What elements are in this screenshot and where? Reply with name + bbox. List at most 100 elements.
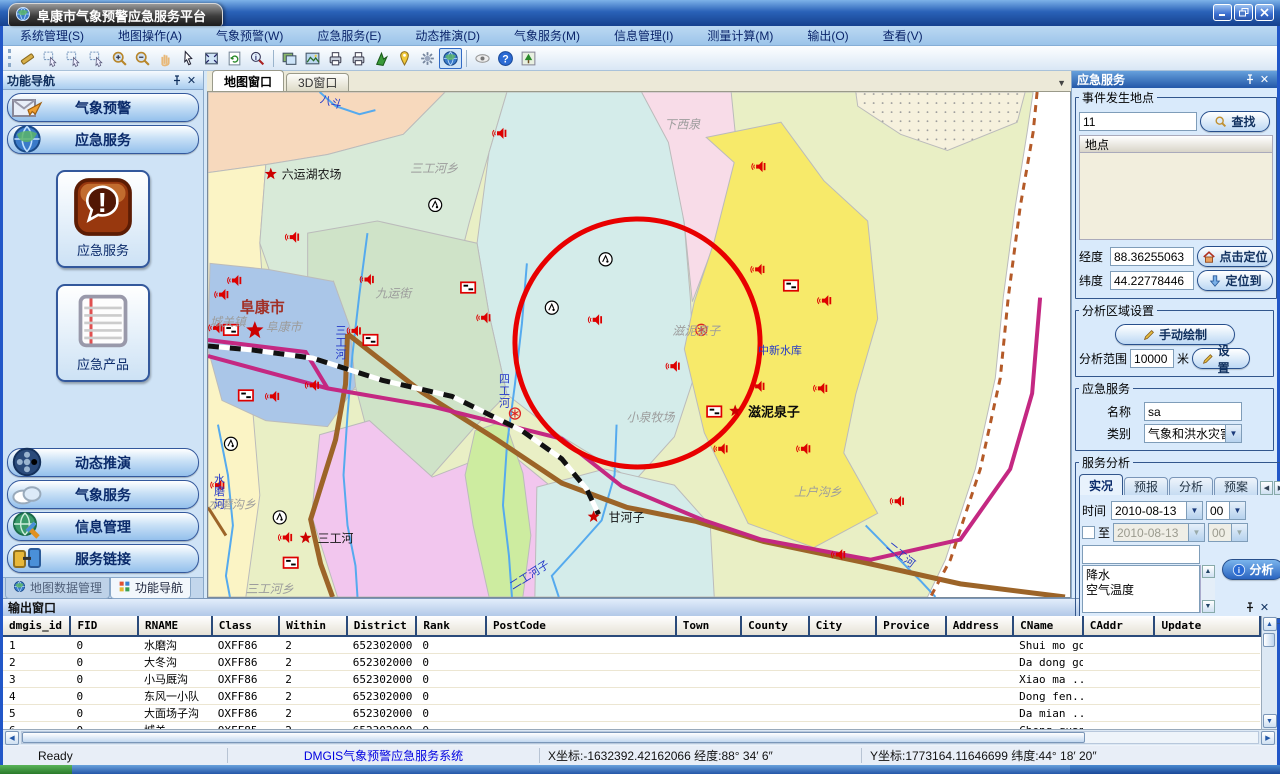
window-list-dropdown-icon[interactable]: ▼ [1057, 78, 1066, 88]
hour-select[interactable]: 00▼ [1206, 501, 1246, 520]
map-tab-地图窗口[interactable]: 地图窗口 [212, 70, 284, 91]
scroll-up-icon[interactable]: ▲ [1202, 565, 1215, 578]
close-panel-icon[interactable]: ✕ [1257, 73, 1272, 87]
service-type-select[interactable]: 气象和洪水灾害▼ [1144, 424, 1242, 443]
nav-group-气象预警[interactable]: 气象预警 [7, 93, 199, 122]
column-header[interactable]: Within [279, 616, 346, 636]
panel-tab-地图数据管理[interactable]: 地图数据管理 [5, 578, 110, 599]
latitude-input[interactable] [1110, 271, 1194, 290]
element-list[interactable]: 降水空气温度 [1082, 565, 1200, 613]
toolbar-grip[interactable] [8, 49, 13, 67]
column-header[interactable]: Address [946, 616, 1013, 636]
element-combo[interactable] [1082, 545, 1200, 564]
column-header[interactable]: Rank [416, 616, 486, 636]
place-marker-icon[interactable] [393, 48, 416, 69]
start-button-edge[interactable] [0, 765, 72, 774]
map-tab-3D窗口[interactable]: 3D窗口 [286, 73, 349, 91]
longitude-input[interactable] [1110, 247, 1194, 266]
menu-item[interactable]: 动态推演(D) [398, 27, 497, 44]
column-header[interactable]: dmgis_id [3, 616, 70, 636]
monitor-station-icon[interactable] [273, 511, 286, 524]
table-row[interactable]: 20大冬沟OXFF8626523020000Da dong gou [3, 654, 1260, 671]
zoom-out-icon[interactable] [131, 48, 154, 69]
column-header[interactable]: RNAME [138, 616, 212, 636]
location-list-header[interactable]: 地点 [1079, 135, 1273, 152]
menu-item[interactable]: 输出(O) [790, 27, 865, 44]
to-date-select[interactable]: 2010-08-13▼ [1113, 523, 1205, 542]
column-header[interactable]: City [809, 616, 876, 636]
pin-icon[interactable] [1242, 601, 1257, 615]
shelter-flag-icon[interactable] [784, 280, 798, 290]
to-checkbox[interactable] [1082, 526, 1095, 539]
shelter-flag-icon[interactable] [461, 282, 475, 292]
tab-scroll-left-icon[interactable]: ◀ [1260, 481, 1273, 495]
scrollbar-thumb[interactable] [1263, 633, 1275, 647]
close-panel-icon[interactable]: ✕ [184, 73, 199, 87]
select-rect-icon[interactable] [39, 48, 62, 69]
column-header[interactable]: Town [676, 616, 741, 636]
element-list-item[interactable]: 降水 [1083, 566, 1199, 581]
layers-icon[interactable] [278, 48, 301, 69]
manual-draw-button[interactable]: 手动绘制 [1115, 324, 1235, 345]
analysis-tab-预案[interactable]: 预案 [1214, 477, 1258, 495]
ruler-icon[interactable] [16, 48, 39, 69]
menu-item[interactable]: 地图操作(A) [101, 27, 199, 44]
nav-group-气象服务[interactable]: 气象服务 [7, 480, 199, 509]
scroll-up-icon[interactable]: ▲ [1263, 617, 1277, 631]
vertical-scrollbar[interactable]: ▲ ▼ [1261, 616, 1277, 729]
settings-icon[interactable] [416, 48, 439, 69]
pointer-icon[interactable] [177, 48, 200, 69]
table-row[interactable]: 10水磨沟OXFF8626523020000Shui mo gou [3, 636, 1260, 654]
scrollbar-thumb[interactable] [22, 732, 1085, 743]
set-range-button[interactable]: 设置 [1192, 348, 1250, 369]
search-button[interactable]: 查找 [1200, 111, 1270, 132]
column-header[interactable]: Class [212, 616, 279, 636]
column-header[interactable]: CAddr [1083, 616, 1155, 636]
tab-scroll-right-icon[interactable]: ▶ [1274, 481, 1280, 495]
menu-item[interactable]: 查看(V) [866, 27, 940, 44]
print-preview-icon[interactable] [347, 48, 370, 69]
overview-map-icon[interactable] [517, 48, 540, 69]
close-panel-icon[interactable]: ✕ [1257, 601, 1272, 615]
shortcut-应急产品[interactable]: 应急产品 [56, 284, 150, 382]
element-list-item[interactable]: 空气温度 [1083, 581, 1199, 596]
column-header[interactable]: Provice [876, 616, 946, 636]
close-button[interactable] [1255, 4, 1274, 21]
chevron-down-icon[interactable]: ▼ [1225, 425, 1241, 442]
horizontal-scrollbar[interactable]: ◀ ▶ [3, 730, 1277, 745]
scroll-down-icon[interactable]: ▼ [1202, 600, 1215, 613]
table-row[interactable]: 60城关OXFF8526523020000Cheng guan [3, 722, 1260, 731]
menu-item[interactable]: 气象预警(W) [199, 27, 300, 44]
shelter-flag-icon[interactable] [284, 557, 298, 567]
to-hour-select[interactable]: 00▼ [1208, 523, 1248, 542]
restore-button[interactable] [1234, 4, 1253, 21]
table-row[interactable]: 40东风一小队OXFF8626523020000Dong fen... [3, 688, 1260, 705]
menu-item[interactable]: 系统管理(S) [3, 27, 101, 44]
zoom-in-icon[interactable] [108, 48, 131, 69]
nav-group-动态推演[interactable]: 动态推演 [7, 448, 199, 477]
select-polygon-icon[interactable] [62, 48, 85, 69]
column-header[interactable]: FID [70, 616, 137, 636]
analysis-tab-实况[interactable]: 实况 [1079, 474, 1123, 495]
full-extent-icon[interactable] [200, 48, 223, 69]
globe-service-icon[interactable] [439, 48, 462, 69]
service-name-input[interactable] [1144, 402, 1242, 421]
scroll-right-icon[interactable]: ▶ [1261, 731, 1275, 745]
panel-tab-功能导航[interactable]: 功能导航 [110, 578, 191, 599]
green-arrow-icon[interactable] [370, 48, 393, 69]
column-header[interactable]: County [741, 616, 808, 636]
minimize-button[interactable] [1213, 4, 1232, 21]
select-feature-icon[interactable] [85, 48, 108, 69]
pan-icon[interactable] [154, 48, 177, 69]
pin-icon[interactable] [169, 73, 184, 87]
monitor-station-icon[interactable] [224, 437, 237, 450]
column-header[interactable]: Update [1154, 616, 1260, 636]
nav-group-应急服务[interactable]: 应急服务 [7, 125, 199, 154]
menu-item[interactable]: 信息管理(I) [597, 27, 690, 44]
nav-group-信息管理[interactable]: 信息管理 [7, 512, 199, 541]
menu-item[interactable]: 应急服务(E) [300, 27, 398, 44]
table-row[interactable]: 30小马厩沟OXFF8626523020000Xiao ma ... [3, 671, 1260, 688]
menu-item[interactable]: 测量计算(M) [690, 27, 790, 44]
location-search-input[interactable] [1079, 112, 1197, 131]
table-row[interactable]: 50大面场子沟OXFF8626523020000Da mian ... [3, 705, 1260, 722]
